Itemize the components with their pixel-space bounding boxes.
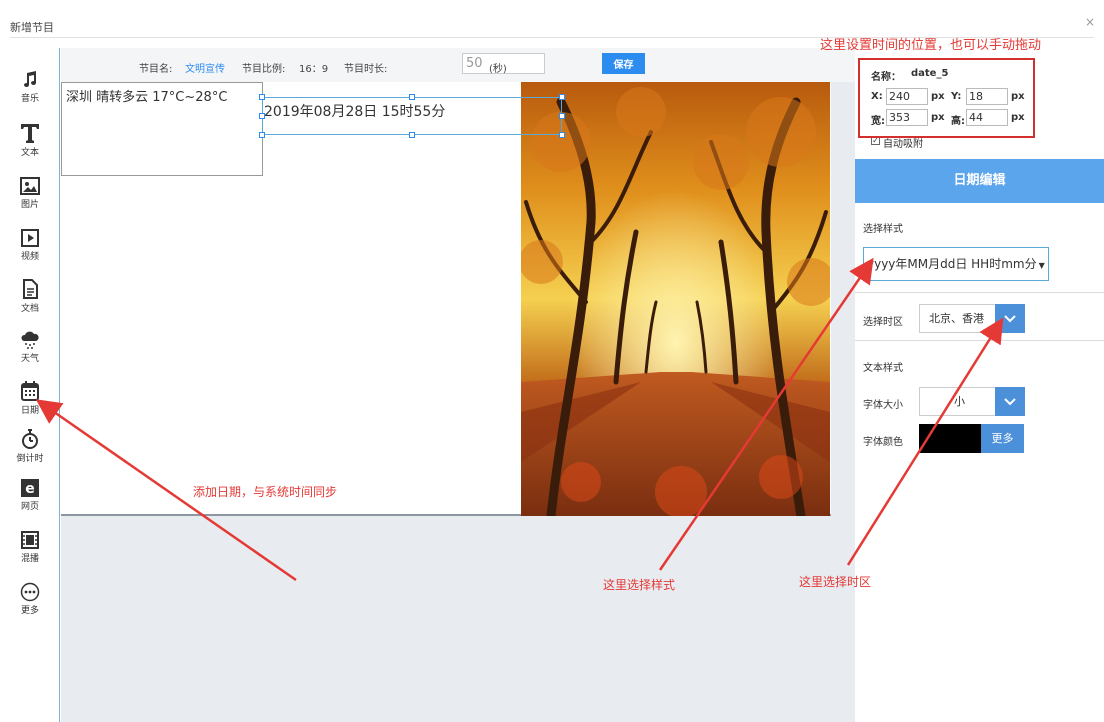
text-t-icon [21, 124, 39, 143]
sidebar-item-label: 网页 [20, 502, 39, 512]
date-editor-header: 日期编辑 [855, 159, 1104, 203]
resize-handle-s[interactable] [409, 132, 415, 138]
sidebar-item-mixplay[interactable]: 混播 [6, 530, 54, 564]
program-ratio-label: 节目比例: [242, 64, 286, 75]
program-name-label: 节目名: [139, 64, 173, 75]
resize-handle-e[interactable] [559, 113, 565, 119]
resize-handle-se[interactable] [559, 132, 565, 138]
sidebar-item-label: 文档 [20, 304, 39, 314]
sidebar-item-label: 文本 [20, 148, 39, 158]
sidebar-item-label: 图片 [20, 200, 39, 210]
sidebar-item-label: 日期 [20, 406, 39, 416]
text-style-label: 文本样式 [863, 363, 903, 374]
more-dots-icon [20, 582, 40, 602]
properties-panel: 名称： date_5 X: px Y: px 宽: px 高: px ✓ 自动吸… [855, 48, 1104, 722]
resize-handle-nw[interactable] [259, 94, 265, 100]
section-divider [855, 340, 1104, 341]
sidebar-item-label: 天气 [20, 354, 39, 364]
sidebar-item-label: 倒计时 [16, 454, 44, 464]
position-highlight-box [858, 58, 1035, 138]
dialog-title: 新增节目 [10, 21, 54, 34]
program-canvas[interactable]: 深圳 晴转多云 17°C~28°C 2019年08月28日 15时55分 [61, 82, 835, 521]
add-date-annotation: 添加日期，与系统时间同步 [193, 485, 338, 499]
dropdown-triangle-icon: ▼ [1038, 261, 1045, 270]
resize-handle-n[interactable] [409, 94, 415, 100]
sidebar-item-label: 音乐 [20, 94, 39, 104]
position-annotation: 这里设置时间的位置，也可以手动拖动 [820, 38, 1042, 53]
style-select-label: 选择样式 [863, 224, 903, 235]
sidebar-item-music[interactable]: 音乐 [6, 70, 54, 104]
sidebar-item-date[interactable]: 日期 [6, 380, 54, 416]
sidebar-item-webpage[interactable]: e 网页 [6, 478, 54, 512]
program-duration-label: 节目时长: [344, 64, 388, 75]
program-toolbar: 节目名: 文明宣传 节目比例: 16：9 节目时长: (秒) 保存 [61, 48, 855, 82]
calendar-icon [21, 381, 39, 401]
film-icon [21, 531, 39, 549]
resize-handle-w[interactable] [259, 113, 265, 119]
font-color-swatch[interactable] [919, 424, 981, 453]
program-ratio-value: 16：9 [299, 64, 329, 75]
sidebar-item-video[interactable]: 视频 [6, 228, 54, 262]
style-annotation: 这里选择样式 [603, 578, 676, 592]
sidebar-item-label: 视频 [20, 252, 39, 262]
sidebar-item-image[interactable]: 图片 [6, 176, 54, 210]
resize-handle-sw[interactable] [259, 132, 265, 138]
web-e-icon: e [21, 479, 39, 497]
timezone-dropdown[interactable]: 北京、香港 [919, 304, 1025, 333]
weather-cloud-icon [21, 331, 39, 349]
autumn-forest-picture [519, 82, 835, 521]
weather-widget[interactable]: 深圳 晴转多云 17°C~28°C [61, 82, 263, 176]
sidebar-item-label: 更多 [20, 606, 39, 616]
date-widget-selected[interactable]: 2019年08月28日 15时55分 [262, 97, 562, 135]
chevron-down-icon[interactable] [995, 304, 1025, 333]
stopwatch-icon [22, 429, 38, 449]
timezone-value: 北京、香港 [929, 312, 984, 325]
svg-text:e: e [25, 481, 35, 497]
program-name-value[interactable]: 文明宣传 [185, 60, 225, 75]
save-button[interactable]: 保存 [602, 53, 645, 74]
chevron-down-icon[interactable] [995, 387, 1025, 416]
font-color-label: 字体颜色 [863, 437, 903, 448]
sidebar-item-label: 混播 [20, 554, 39, 564]
component-sidebar: 音乐 文本 图片 视频 文档 天气 日期 倒计时 e 网页 混播 更多 [0, 48, 60, 722]
font-size-value: 小 [954, 395, 965, 408]
autumn-forest-image[interactable] [519, 82, 835, 521]
date-style-select[interactable]: yyyy年MM月dd日 HH时mm分 ▼ [863, 247, 1049, 281]
sidebar-item-text[interactable]: 文本 [6, 122, 54, 158]
font-size-label: 字体大小 [863, 400, 903, 411]
resize-handle-ne[interactable] [559, 94, 565, 100]
sidebar-item-weather[interactable]: 天气 [6, 330, 54, 364]
document-icon [23, 279, 38, 299]
video-play-icon [21, 229, 39, 247]
sidebar-item-countdown[interactable]: 倒计时 [6, 428, 54, 464]
section-divider [855, 292, 1104, 293]
date-style-value: yyyy年MM月dd日 HH时mm分 [867, 257, 1037, 271]
sidebar-item-more[interactable]: 更多 [6, 582, 54, 616]
music-note-icon [24, 71, 36, 87]
timezone-label: 选择时区 [863, 317, 903, 328]
duration-unit: (秒) [489, 64, 507, 75]
timezone-annotation: 这里选择时区 [799, 575, 872, 589]
font-size-dropdown[interactable]: 小 [919, 387, 1025, 416]
more-colors-button[interactable]: 更多 [981, 424, 1024, 453]
close-icon[interactable]: × [1085, 15, 1095, 29]
sidebar-item-document[interactable]: 文档 [6, 278, 54, 314]
image-icon [20, 177, 40, 195]
